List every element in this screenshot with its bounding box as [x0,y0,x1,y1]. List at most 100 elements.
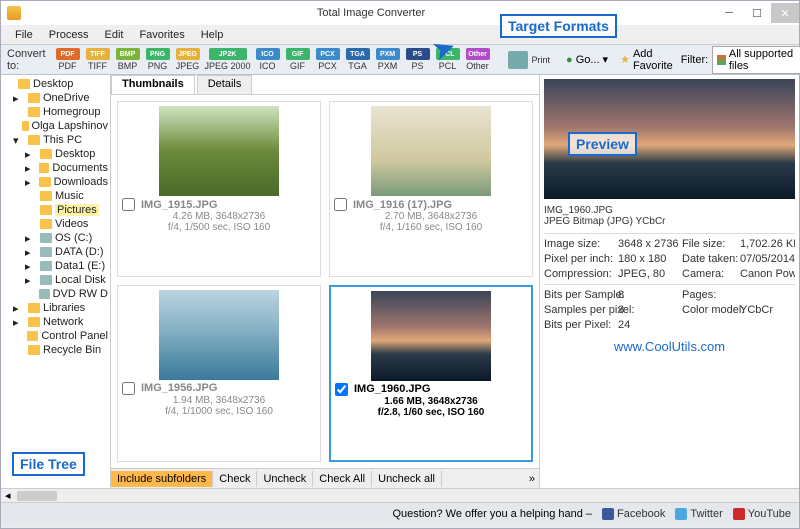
thumbnail-item[interactable]: IMG_1956.JPG1.94 MB, 3648x2736f/4, 1/100… [117,285,321,463]
youtube-icon [733,508,745,520]
maximize-button[interactable]: ☐ [743,3,771,23]
thumbnail-item[interactable]: IMG_1916 (17).JPG2.70 MB, 3648x2736f/4, … [329,101,533,277]
preview-image [544,79,795,199]
menu-file[interactable]: File [7,29,41,41]
group-icon [28,107,40,117]
filter-label: Filter: [681,54,709,66]
thumbnail-name: IMG_1916 (17).JPG [353,199,452,211]
tree-node[interactable]: ▸Downloads [3,175,108,189]
tree-node[interactable]: Control Panel [3,329,108,343]
tree-node[interactable]: ▸Documents [3,161,108,175]
tree-node[interactable]: ▸Data1 (E:) [3,259,108,273]
disk-icon [40,275,52,285]
menu-bar: File Process Edit Favorites Help [1,25,799,45]
thumbnail-grid: IMG_1915.JPG4.26 MB, 3648x2736f/4, 1/500… [111,95,539,468]
check-all-button[interactable]: Check All [313,471,372,487]
tree-node[interactable]: Desktop [3,77,108,91]
thumbnail-image [371,106,491,196]
view-tabs: Thumbnails Details [111,75,539,95]
tree-node[interactable]: ▾This PC [3,133,108,147]
social-youtube[interactable]: YouTube [733,508,791,520]
format-bmp-button[interactable]: BMPBMP [114,48,142,71]
coolutils-link[interactable]: www.CoolUtils.com [544,339,795,354]
uncheck-button[interactable]: Uncheck [257,471,313,487]
thumbnail-image [159,290,279,380]
status-text: Question? We offer you a helping hand – [392,508,592,520]
tree-node[interactable]: ▸OS (C:) [3,231,108,245]
thumbnail-item[interactable]: IMG_1915.JPG4.26 MB, 3648x2736f/4, 1/500… [117,101,321,277]
lib-icon [28,303,40,313]
print-button[interactable] [504,51,532,69]
convert-to-label: Convert to: [7,48,46,72]
thumbnail-checkbox[interactable] [122,198,135,211]
tab-details[interactable]: Details [197,75,253,94]
tree-node[interactable]: Music [3,189,108,203]
tree-node[interactable]: ▸Network [3,315,108,329]
include-subfolders-button[interactable]: Include subfolders [111,471,213,487]
app-icon [7,6,21,20]
thumbnail-checkbox[interactable] [335,383,348,396]
format-pcl-button[interactable]: PCLPCL [434,48,462,71]
thumbnail-name: IMG_1956.JPG [141,382,217,394]
thumbnail-checkbox[interactable] [334,198,347,211]
tree-node[interactable]: ▸Local Disk [3,273,108,287]
tree-node[interactable]: DVD RW D [3,287,108,301]
format-gif-button[interactable]: GIFGIF [284,48,312,71]
thumbnail-item[interactable]: IMG_1960.JPG1.66 MB, 3648x2736f/2.8, 1/6… [329,285,533,463]
folder-icon [40,149,52,159]
format-other-button[interactable]: OtherOther [464,48,492,71]
menu-process[interactable]: Process [41,29,97,41]
tree-node[interactable]: ▸Desktop [3,147,108,161]
folder-icon [39,163,50,173]
menu-help[interactable]: Help [193,29,232,41]
tree-node[interactable]: Homegroup [3,105,108,119]
menu-favorites[interactable]: Favorites [131,29,192,41]
thumbnail-checkbox[interactable] [122,382,135,395]
format-jp2k-button[interactable]: JP2KJPEG 2000 [204,48,252,71]
thumbnail-name: IMG_1960.JPG [354,383,430,395]
social-facebook[interactable]: Facebook [602,508,665,520]
format-ico-button[interactable]: ICOICO [254,48,282,71]
cloud-icon [28,93,40,103]
tree-node[interactable]: ▸Libraries [3,301,108,315]
disk-icon [40,247,52,257]
file-tree[interactable]: Desktop▸OneDriveHomegroupOlga Lapshinov▾… [1,75,111,488]
horizontal-scrollbar[interactable]: ◂ [1,488,799,502]
filter-select[interactable]: All supported files▾ [712,46,800,74]
folder-icon [40,205,52,215]
tab-thumbnails[interactable]: Thumbnails [111,75,195,94]
tree-node[interactable]: ▸DATA (D:) [3,245,108,259]
folder-icon [40,191,52,201]
status-bar: Question? We offer you a helping hand – … [1,502,799,524]
format-pcx-button[interactable]: PCXPCX [314,48,342,71]
format-jpeg-button[interactable]: JPEGJPEG [174,48,202,71]
tree-node[interactable]: Videos [3,217,108,231]
menu-edit[interactable]: Edit [96,29,131,41]
selection-bar: Include subfolders Check Uncheck Check A… [111,468,539,488]
desktop-icon [18,79,30,89]
format-tga-button[interactable]: TGATGA [344,48,372,71]
go-button[interactable]: ●Go...▾ [562,53,612,66]
format-pdf-button[interactable]: PDFPDF [54,48,82,71]
tree-node[interactable]: Recycle Bin [3,343,108,357]
format-pxm-button[interactable]: PXMPXM [374,48,402,71]
tree-node[interactable]: Pictures [3,203,108,217]
facebook-icon [602,508,614,520]
add-favorite-button[interactable]: ★Add Favorite [616,48,677,72]
net-icon [28,317,40,327]
preview-properties: Image size:3648 x 2736 File size:1,702.2… [544,233,795,280]
bin-icon [28,345,40,355]
check-button[interactable]: Check [213,471,257,487]
folder-icon [39,177,50,187]
social-twitter[interactable]: Twitter [675,508,722,520]
minimize-button[interactable]: ─ [715,3,743,23]
dvd-icon [39,289,50,299]
format-tiff-button[interactable]: TIFFTIFF [84,48,112,71]
expand-icon[interactable]: » [525,473,539,485]
tree-node[interactable]: ▸OneDrive [3,91,108,105]
uncheck-all-button[interactable]: Uncheck all [372,471,442,487]
tree-node[interactable]: Olga Lapshinov [3,119,108,133]
close-button[interactable]: ✕ [771,3,799,23]
format-ps-button[interactable]: PSPS [404,48,432,71]
format-png-button[interactable]: PNGPNG [144,48,172,71]
